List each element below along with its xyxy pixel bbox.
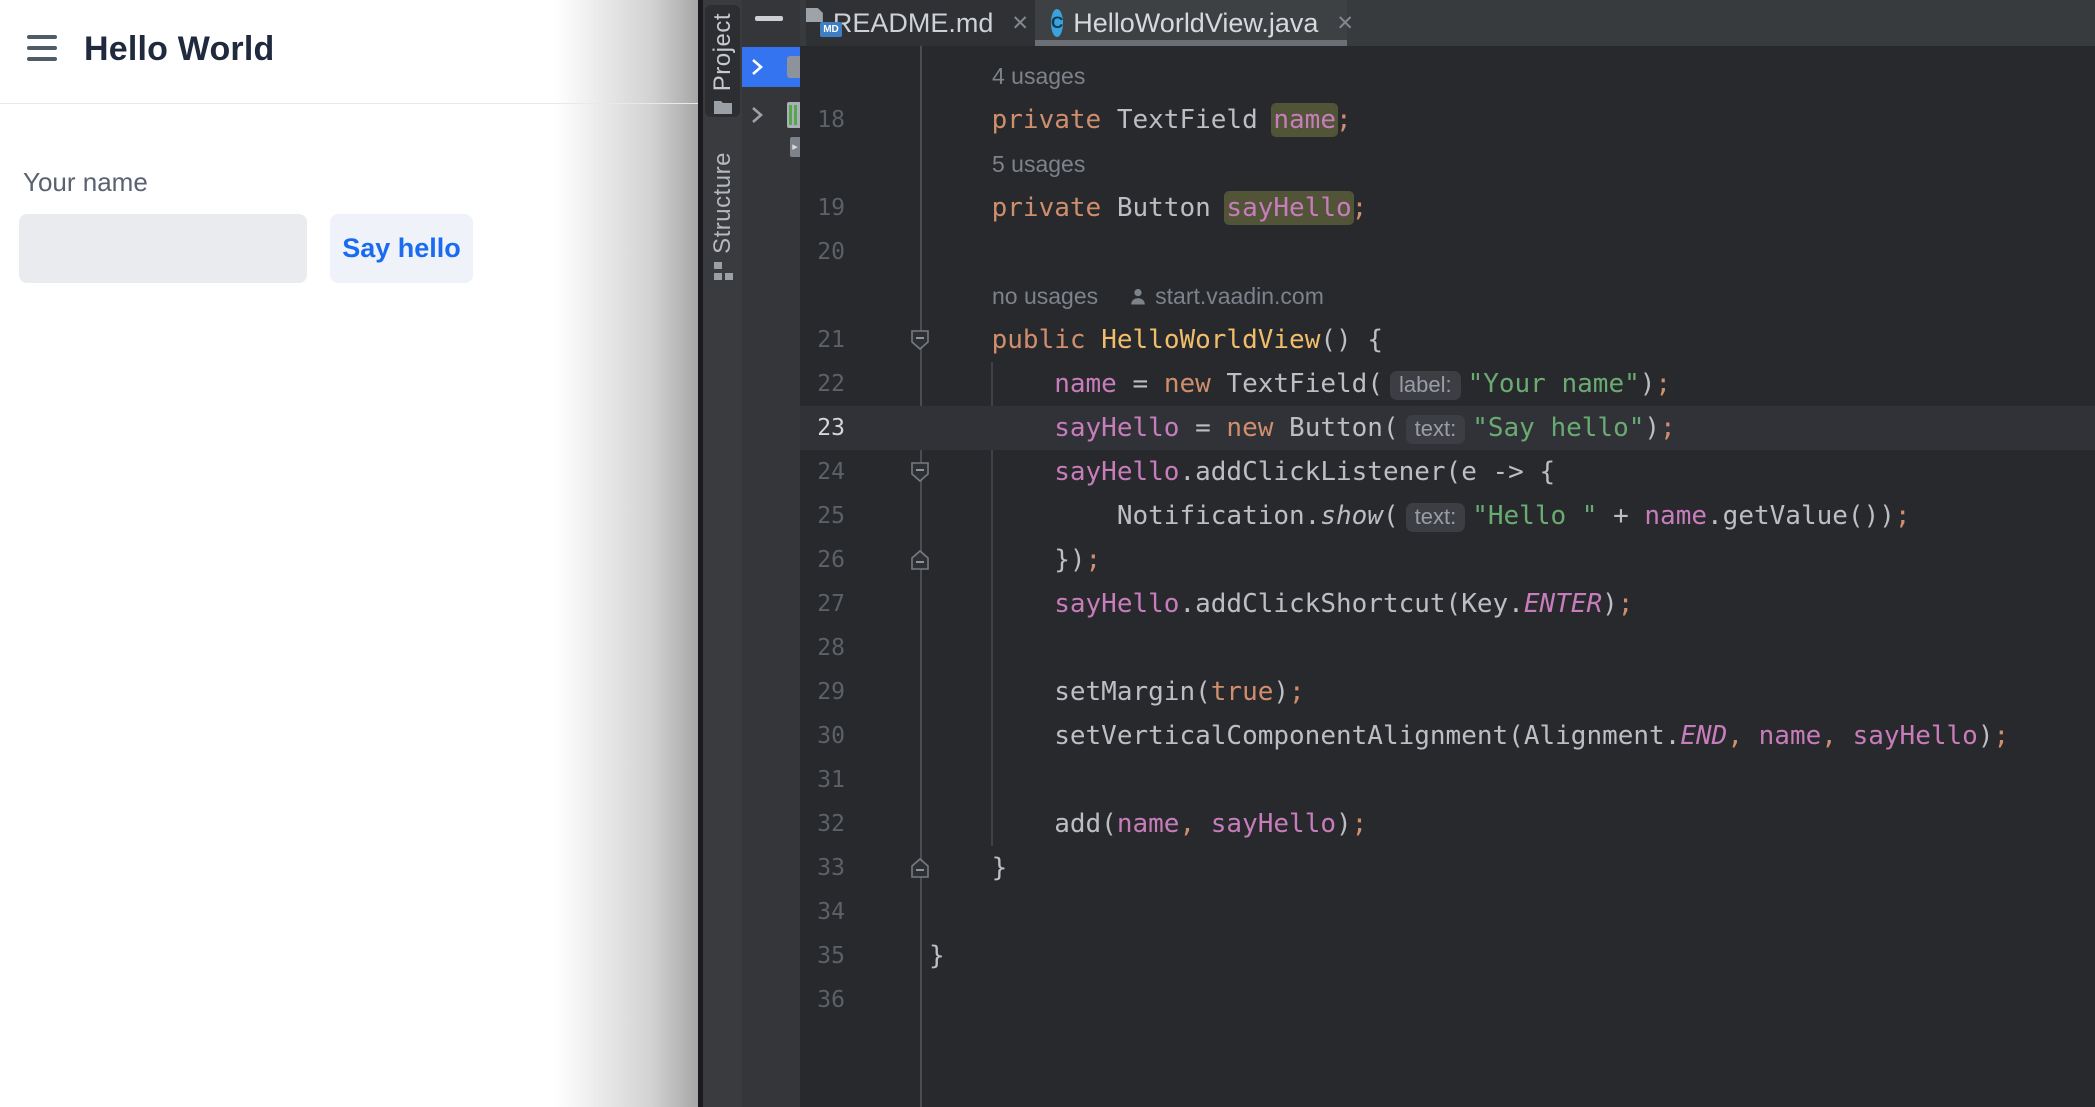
inlay-hint-line[interactable]: 5 usages <box>800 142 2095 186</box>
code-text: }); <box>929 538 1101 582</box>
code-line-29[interactable]: 29 setMargin(true); <box>800 670 2095 714</box>
code-text: setMargin(true); <box>929 670 1305 714</box>
tree-row[interactable]: ▸ <box>742 133 800 173</box>
parameter-hint-chip: text: <box>1406 415 1466 444</box>
line-number: 34 <box>800 890 845 934</box>
line-number: 29 <box>800 670 845 714</box>
app-title: Hello World <box>84 30 274 69</box>
close-tab-icon[interactable]: ✕ <box>1005 11 1035 36</box>
code-text: name = new TextField(label:"Your name"); <box>929 362 1671 406</box>
tool-window-button-structure[interactable]: Structure <box>705 152 740 297</box>
line-number: 22 <box>800 362 845 406</box>
line-number: 19 <box>800 186 845 230</box>
line-number: 24 <box>800 450 845 494</box>
code-line-28[interactable]: 28 <box>800 626 2095 670</box>
name-input[interactable] <box>19 214 307 283</box>
usages-hint-text: 5 usages <box>992 142 1085 186</box>
code-line-25[interactable]: 25 Notification.show(text:"Hello " + nam… <box>800 494 2095 538</box>
name-field-label: Your name <box>23 167 148 198</box>
code-text: } <box>929 934 945 978</box>
code-text: sayHello.addClickListener(e -> { <box>929 450 1555 494</box>
line-number: 25 <box>800 494 845 538</box>
usages-hint-text: 4 usages <box>992 54 1085 98</box>
code-line-19[interactable]: 19 private Button sayHello; <box>800 186 2095 230</box>
code-line-35[interactable]: 35} <box>800 934 2095 978</box>
line-number: 18 <box>800 98 845 142</box>
editor-tab-bar: MD README.md ✕ C HelloWorldView.java ✕ <box>800 0 2095 46</box>
code-text: public HelloWorldView() { <box>929 318 1383 362</box>
fold-marker-icon[interactable] <box>909 856 931 885</box>
parameter-hint-chip: label: <box>1390 371 1461 400</box>
code-line-36[interactable]: 36 <box>800 978 2095 1022</box>
line-number: 36 <box>800 978 845 1022</box>
code-text: add(name, sayHello); <box>929 802 1367 846</box>
screenshot-stage: Hello World Your name Say hello Project … <box>0 0 2095 1107</box>
say-hello-button[interactable]: Say hello <box>330 214 473 283</box>
project-tree-panel: ▸ <box>742 0 800 1107</box>
java-class-icon: C <box>1051 9 1063 37</box>
fold-marker-icon[interactable] <box>909 460 931 489</box>
fold-marker-icon[interactable] <box>909 548 931 577</box>
code-line-30[interactable]: 30 setVerticalComponentAlignment(Alignme… <box>800 714 2095 758</box>
code-text: private TextField name; <box>929 98 1352 142</box>
code-text: setVerticalComponentAlignment(Alignment.… <box>929 714 2009 758</box>
tool-window-button-project[interactable]: Project <box>705 5 740 117</box>
line-number: 33 <box>800 846 845 890</box>
editor-rows: 4 usages18 private TextField name;5 usag… <box>800 54 2095 1022</box>
line-number: 35 <box>800 934 845 978</box>
inlay-hint-line[interactable]: 4 usages <box>800 54 2095 98</box>
module-icon <box>787 102 800 128</box>
file-icon: ▸ <box>790 137 800 157</box>
code-text: } <box>929 846 1007 890</box>
tab-readme-md[interactable]: MD README.md ✕ <box>806 0 1035 46</box>
ide-tool-strip: Project Structure <box>703 0 742 1107</box>
usages-hint-text: no usages start.vaadin.com <box>992 274 1324 318</box>
line-number: 32 <box>800 802 845 846</box>
code-line-21[interactable]: 21 public HelloWorldView() { <box>800 318 2095 362</box>
line-number: 23 <box>800 406 845 450</box>
inlay-hint-line[interactable]: no usages start.vaadin.com <box>800 274 2095 318</box>
tree-row-selected[interactable] <box>742 47 800 87</box>
code-text: sayHello = new Button(text:"Say hello"); <box>929 406 1676 450</box>
line-number: 21 <box>800 318 845 362</box>
code-text: private Button sayHello; <box>929 186 1367 230</box>
code-line-33[interactable]: 33 } <box>800 846 2095 890</box>
chevron-right-icon[interactable] <box>750 57 764 82</box>
code-line-24[interactable]: 24 sayHello.addClickListener(e -> { <box>800 450 2095 494</box>
code-line-18[interactable]: 18 private TextField name; <box>800 98 2095 142</box>
code-line-32[interactable]: 32 add(name, sayHello); <box>800 802 2095 846</box>
structure-icon <box>713 262 733 286</box>
code-text: Notification.show(text:"Hello " + name.g… <box>929 494 1911 538</box>
folder-icon <box>787 56 800 78</box>
code-text: sayHello.addClickShortcut(Key.ENTER); <box>929 582 1633 626</box>
line-number: 28 <box>800 626 845 670</box>
vaadin-app-panel: Hello World Your name Say hello <box>0 0 698 1107</box>
code-line-27[interactable]: 27 sayHello.addClickShortcut(Key.ENTER); <box>800 582 2095 626</box>
code-line-31[interactable]: 31 <box>800 758 2095 802</box>
line-number: 26 <box>800 538 845 582</box>
code-line-34[interactable]: 34 <box>800 890 2095 934</box>
code-editor[interactable]: 4 usages18 private TextField name;5 usag… <box>800 46 2095 1107</box>
code-line-20[interactable]: 20 <box>800 230 2095 274</box>
line-number: 30 <box>800 714 845 758</box>
code-line-23[interactable]: 23 sayHello = new Button(text:"Say hello… <box>800 406 2095 450</box>
chevron-right-icon[interactable] <box>750 105 764 130</box>
hide-panel-icon[interactable] <box>755 16 783 21</box>
line-number: 27 <box>800 582 845 626</box>
hamburger-menu-icon[interactable] <box>27 34 57 62</box>
markdown-file-icon: MD <box>820 8 823 38</box>
tree-row[interactable] <box>742 95 800 135</box>
app-header: Hello World <box>0 0 698 104</box>
folder-icon <box>713 99 733 120</box>
close-tab-icon[interactable]: ✕ <box>1330 11 1360 36</box>
code-line-26[interactable]: 26 }); <box>800 538 2095 582</box>
line-number: 31 <box>800 758 845 802</box>
fold-marker-icon[interactable] <box>909 328 931 357</box>
parameter-hint-chip: text: <box>1406 503 1466 532</box>
line-number: 20 <box>800 230 845 274</box>
code-line-22[interactable]: 22 name = new TextField(label:"Your name… <box>800 362 2095 406</box>
